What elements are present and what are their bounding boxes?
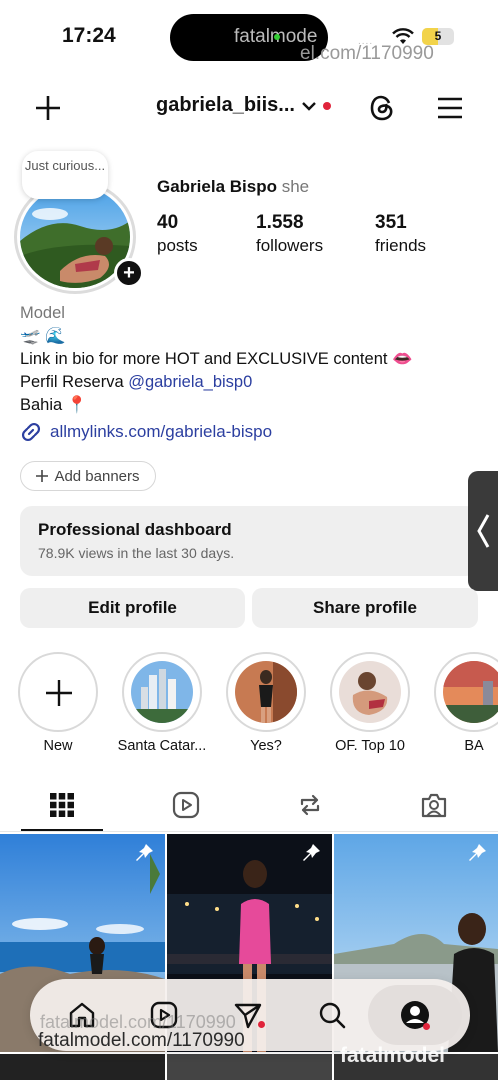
nav-search[interactable] [312,995,352,1035]
plus-icon [36,470,49,482]
highlight-cover [443,661,498,723]
status-icons: .... 5 [358,26,458,48]
side-panel-handle[interactable] [468,471,498,591]
display-name: Gabriela Bispo [157,177,277,196]
stat-friends[interactable]: 351 friends [375,212,426,256]
stat-label: posts [157,236,198,255]
reposts-icon [300,794,320,816]
dashboard-title: Professional dashboard [38,520,232,539]
share-profile-button[interactable]: Share profile [252,588,478,628]
tab-reels[interactable] [145,778,227,832]
tagged-icon [421,793,447,818]
stat-label: friends [375,236,427,255]
status-bar: 17:24 fatalmode el.com/1170990 .... 5 [0,0,498,76]
signal-icon: .... [358,36,374,47]
menu-icon [438,97,462,119]
stat-value: 40 [157,212,179,233]
pin-icon [469,844,486,861]
tab-reposts[interactable] [269,778,351,832]
bio-line: Link in bio for more HOT and EXCLUSIVE c… [20,350,413,368]
note-bubble[interactable]: Just curious... [22,151,108,199]
highlight-cover [339,661,401,723]
nav-profile[interactable] [395,995,435,1035]
highlight-label: BA [464,738,484,754]
stat-label: followers [256,236,324,255]
highlight-ring [330,652,410,732]
bio-emoji-line: 🛫 🌊 [20,327,66,345]
notification-dot [322,101,331,110]
menu-button[interactable] [432,90,468,126]
threads-button[interactable] [364,90,400,126]
edit-profile-button[interactable]: Edit profile [20,588,245,628]
profile-category: Model [20,304,65,322]
pin-icon [136,844,153,861]
add-story-plus-icon[interactable]: + [114,258,144,288]
wifi-icon [392,28,414,44]
bio: Model 🛫 🌊 Link in bio for more HOT and E… [20,302,480,417]
battery-icon: 5 [422,28,454,45]
reels-icon [172,791,200,819]
create-button[interactable] [30,90,66,126]
highlight-of-top-10[interactable]: OF. Top 10 [325,652,415,754]
watermark-bottom: fatalmodel.com/1170990 [38,1030,245,1051]
professional-dashboard[interactable]: Professional dashboard 78.9K views in th… [20,506,478,576]
bio-external-link[interactable]: allmylinks.com/gabriela-bispo [20,421,272,443]
active-tab-indicator [21,829,103,831]
stat-value: 1.558 [256,212,304,233]
highlight-new[interactable]: New [13,652,103,754]
highlight-label: OF. Top 10 [335,738,405,754]
tab-grid[interactable] [21,778,103,832]
status-time: 17:24 [62,24,116,47]
link-icon [21,422,41,442]
highlight-label: Yes? [250,738,282,754]
search-icon [319,1002,346,1029]
highlight-ring [122,652,202,732]
highlight-ring [226,652,306,732]
highlight-cover [235,661,297,723]
camera-indicator-icon [274,34,280,40]
highlight-ba[interactable]: BA [429,652,498,754]
highlight-santa-catarina[interactable]: Santa Catar... [117,652,207,754]
highlight-label: Santa Catar... [117,738,207,754]
stat-value: 351 [375,212,407,233]
stat-followers[interactable]: 1.558 followers [256,212,323,256]
highlight-label: New [43,738,73,754]
bio-mention-link[interactable]: @gabriela_bisp0 [128,373,252,391]
display-name-row: Gabriela Bispo she [157,177,309,197]
add-banners-button[interactable]: Add banners [20,461,156,491]
post-thumbnail[interactable] [0,1054,165,1080]
bio-text: Perfil Reserva [20,373,129,391]
chevron-down-icon [302,101,316,111]
dashboard-subtitle: 78.9K views in the last 30 days. [38,545,235,561]
bio-line-reserva: Perfil Reserva @gabriela_bisp0 [20,371,480,394]
threads-icon [370,95,393,121]
post-thumbnail[interactable] [167,1054,332,1080]
link-text: allmylinks.com/gabriela-bispo [50,422,273,441]
account-switcher[interactable]: gabriela_biis... [156,94,331,117]
profile-header: gabriela_biis... [0,80,498,136]
highlight-ring [434,652,498,732]
highlight-cover [131,661,193,723]
notification-dot [258,1021,265,1028]
pin-icon [303,844,320,861]
grid-icon [50,793,74,817]
plus-icon [46,680,72,706]
highlight-yes[interactable]: Yes? [221,652,311,754]
add-banners-label: Add banners [54,467,140,485]
notification-dot [423,1023,430,1030]
plus-icon [36,96,60,120]
watermark-logo: fatalmodel [340,1044,446,1067]
stat-posts[interactable]: 40 posts [157,212,198,256]
chevron-left-icon [477,514,490,548]
username: gabriela_biis... [156,94,295,116]
bio-location: Bahia 📍 [20,396,88,414]
pronoun: she [281,177,310,196]
battery-level: 5 [434,29,442,43]
content-tabs [0,778,498,832]
highlight-ring [18,652,98,732]
tab-tagged[interactable] [393,778,475,832]
